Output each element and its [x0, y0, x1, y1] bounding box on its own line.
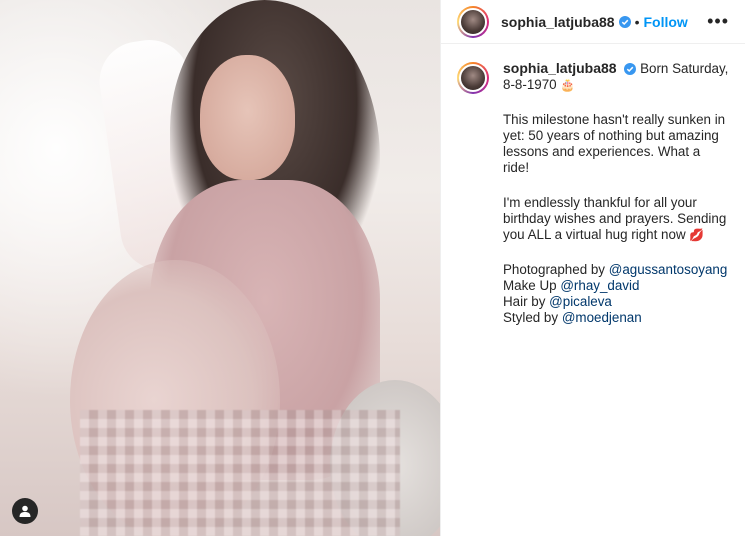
credit-line: Hair by @picaleva — [503, 294, 729, 310]
caption-username[interactable]: sophia_latjuba88 — [503, 60, 617, 76]
post-header: sophia_latjuba88 • Follow ••• — [441, 0, 745, 44]
caption-paragraph-1: This milestone hasn't really sunken in y… — [503, 112, 726, 175]
more-options-icon[interactable]: ••• — [707, 11, 729, 32]
kiss-emoji: 💋 — [689, 228, 705, 242]
credit-label: Make Up — [503, 278, 557, 293]
caption-intro: sophia_latjuba88 Born Saturday, 8-8-1970… — [503, 60, 729, 93]
header-username[interactable]: sophia_latjuba88 — [501, 14, 615, 30]
post-photo[interactable] — [0, 0, 440, 536]
post-sidebar: sophia_latjuba88 • Follow ••• sophia_lat… — [440, 0, 745, 536]
caption-block: sophia_latjuba88 Born Saturday, 8-8-1970… — [441, 44, 745, 326]
credit-label: Hair by — [503, 294, 546, 309]
credit-label: Photographed by — [503, 262, 605, 277]
caption-text: sophia_latjuba88 Born Saturday, 8-8-1970… — [503, 60, 729, 326]
credit-line: Photographed by @agussantosoyang — [503, 262, 729, 278]
credit-mention-link[interactable]: @agussantosoyang — [609, 262, 728, 277]
pixelated-censor-area — [80, 410, 400, 536]
credit-mention-link[interactable]: @moedjenan — [562, 310, 642, 325]
separator-dot: • — [634, 13, 640, 30]
credit-mention-link[interactable]: @rhay_david — [560, 278, 639, 293]
caption-avatar[interactable] — [457, 62, 489, 94]
cake-emoji: 🎂 — [560, 78, 576, 92]
credit-line: Styled by @moedjenan — [503, 310, 729, 326]
credit-label: Styled by — [503, 310, 559, 325]
verified-badge-icon — [624, 63, 637, 76]
profile-avatar[interactable] — [457, 5, 489, 38]
credit-line: Make Up @rhay_david — [503, 278, 729, 294]
verified-badge-icon — [618, 15, 631, 28]
user-tag-button[interactable] — [12, 498, 38, 524]
photo-face — [200, 55, 295, 180]
instagram-post: sophia_latjuba88 • Follow ••• sophia_lat… — [0, 0, 745, 536]
user-tag-icon — [19, 505, 31, 517]
follow-button[interactable]: Follow — [644, 14, 688, 30]
credits-list: Photographed by @agussantosoyang Make Up… — [503, 262, 729, 326]
caption-paragraph-2: I'm endlessly thankful for all your birt… — [503, 195, 729, 243]
credit-mention-link[interactable]: @picaleva — [549, 294, 612, 309]
